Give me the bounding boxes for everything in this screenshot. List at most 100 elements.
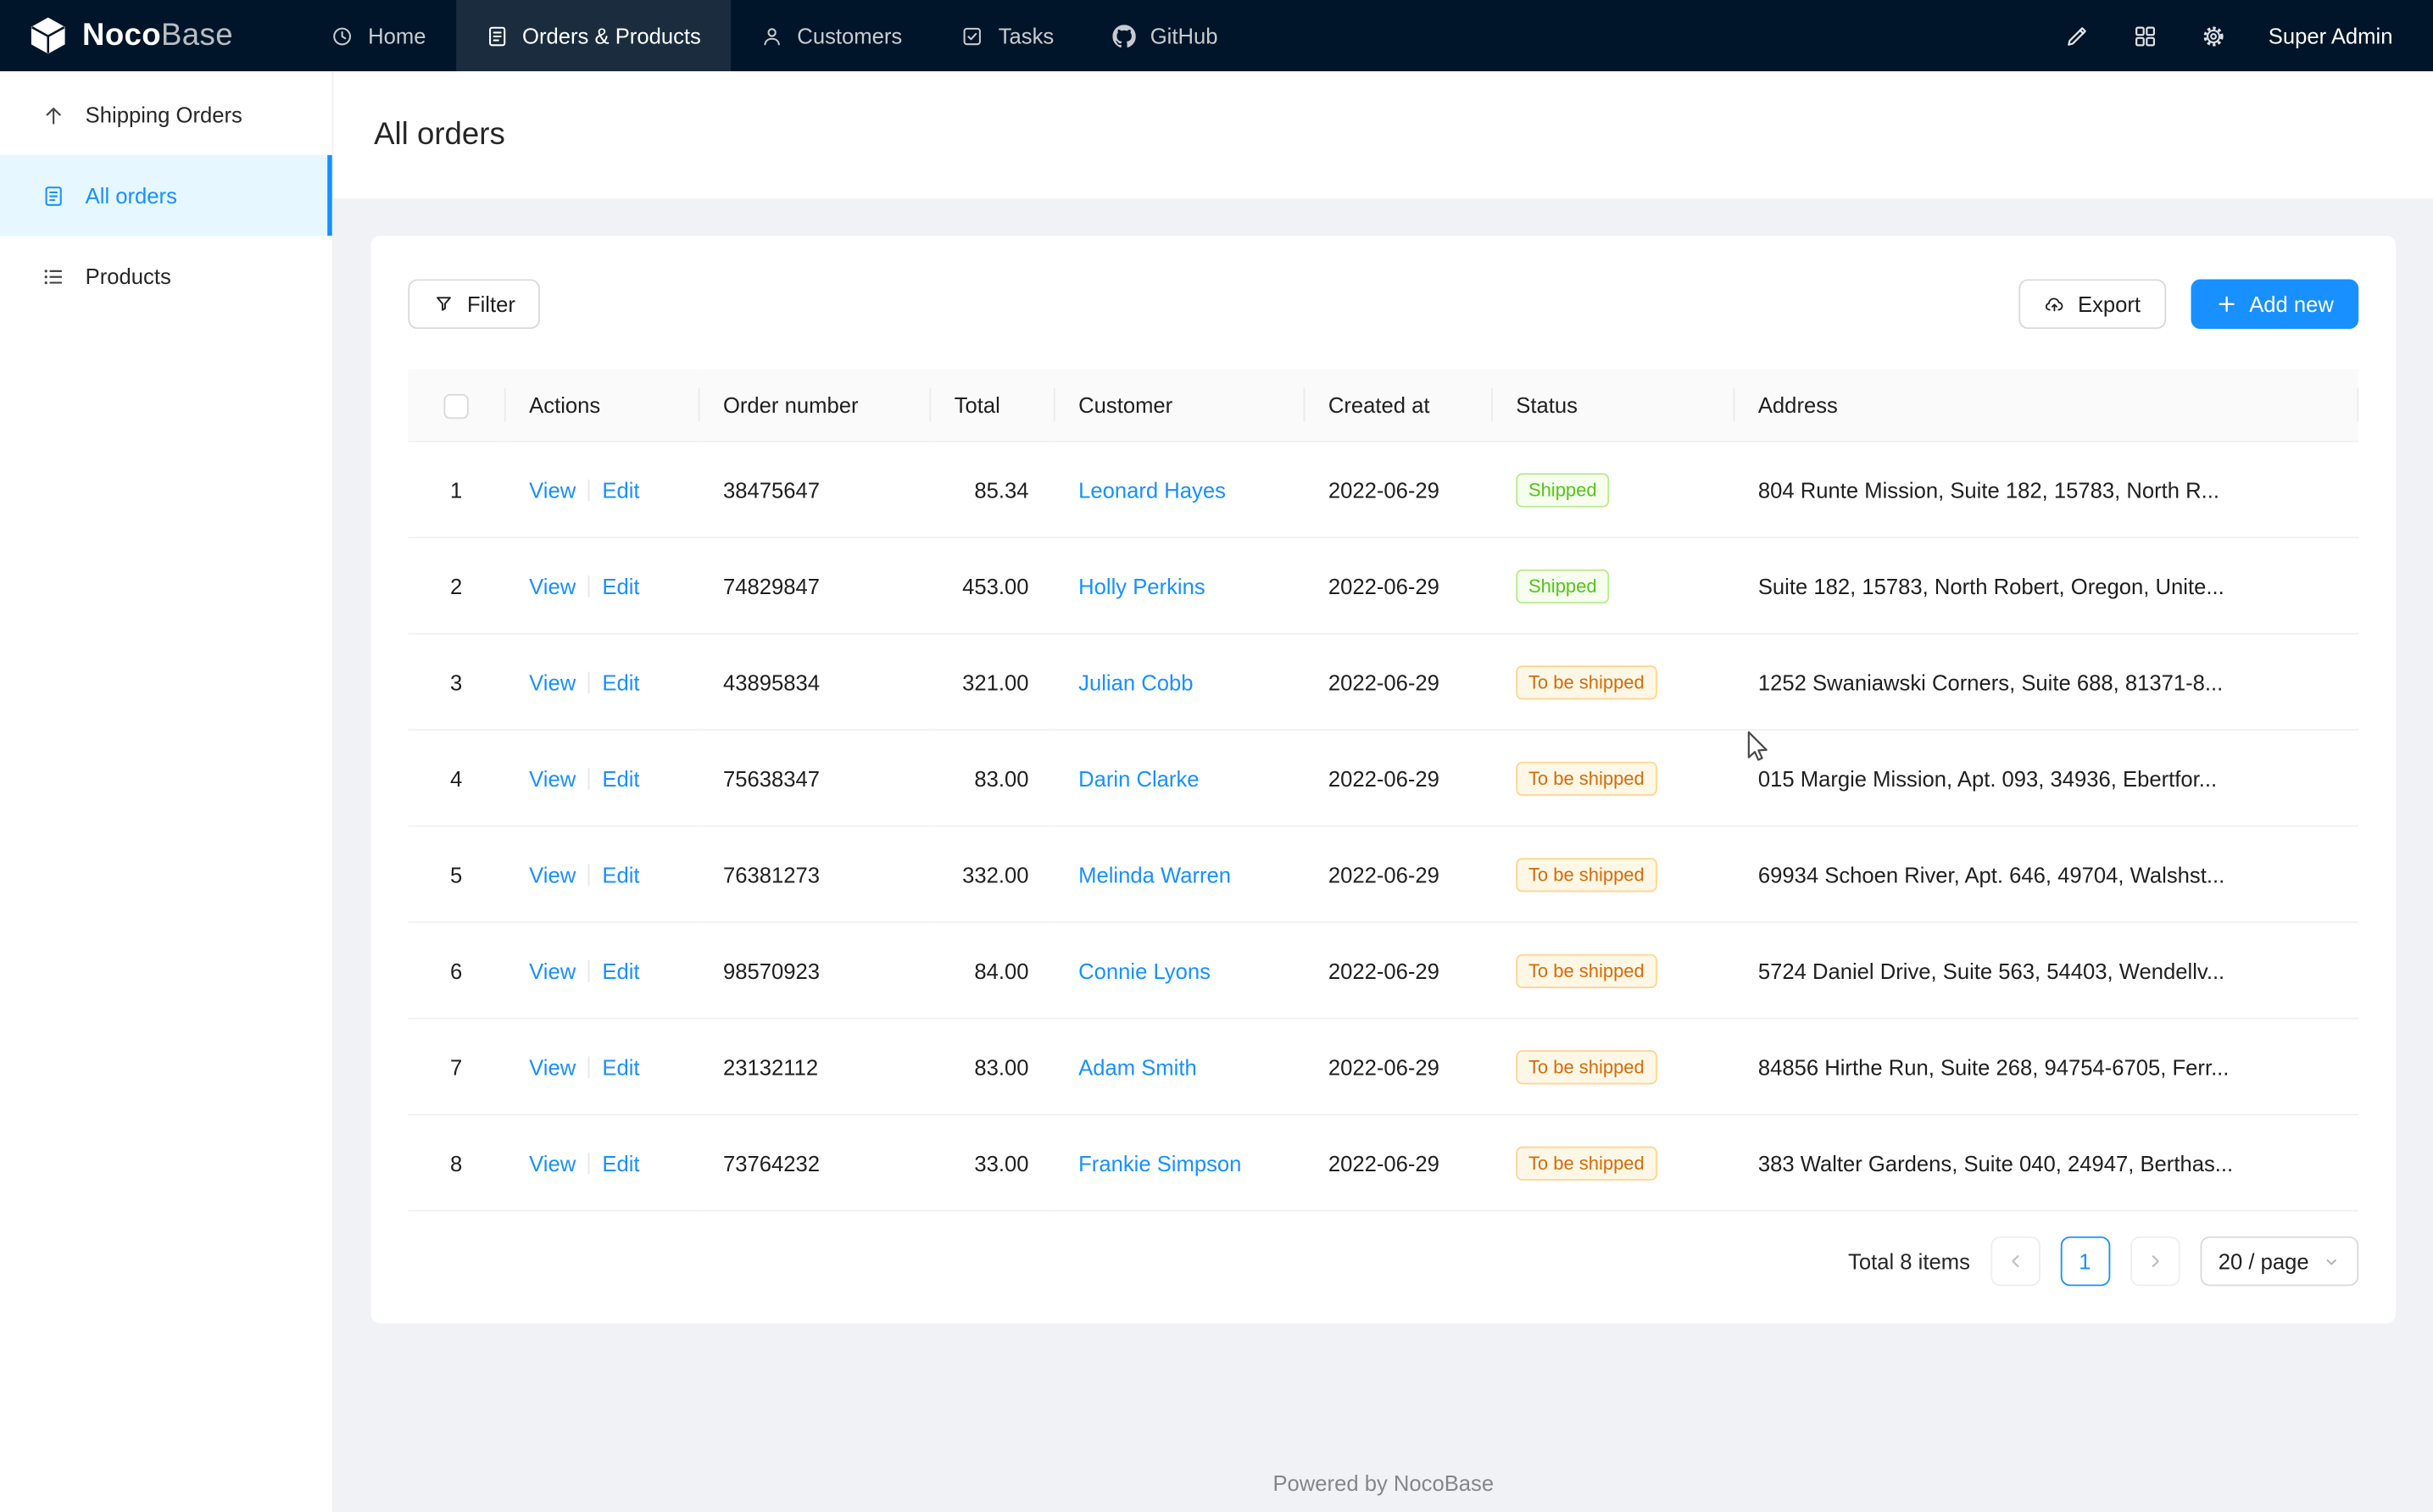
- screen: NocoBase Home Orders & Products Customer…: [0, 0, 2433, 1512]
- customer-link[interactable]: Adam Smith: [1078, 1054, 1197, 1079]
- nav-item-tasks[interactable]: Tasks: [932, 0, 1083, 71]
- select-all-checkbox[interactable]: [443, 393, 468, 418]
- view-link[interactable]: View: [529, 670, 576, 694]
- edit-link[interactable]: Edit: [602, 1150, 639, 1175]
- row-actions: View Edit: [504, 1019, 699, 1115]
- nav-item-label: Orders & Products: [522, 23, 701, 47]
- user-menu[interactable]: Super Admin: [2269, 23, 2393, 47]
- edit-link[interactable]: Edit: [602, 958, 639, 982]
- order-address: 804 Runte Mission, Suite 182, 15783, Nor…: [1758, 477, 2219, 502]
- edit-link[interactable]: Edit: [602, 573, 639, 598]
- nav-item-label: Tasks: [999, 23, 1055, 47]
- nav-item-home[interactable]: Home: [301, 0, 455, 71]
- row-actions: View Edit: [504, 730, 699, 825]
- pagination: Total 8 items 1 20 / page: [408, 1237, 2358, 1287]
- customer-link[interactable]: Melinda Warren: [1078, 862, 1231, 887]
- nocobase-logo-icon: [28, 15, 69, 56]
- add-new-button-label: Add new: [2249, 292, 2334, 316]
- brand[interactable]: NocoBase: [0, 15, 301, 56]
- export-button[interactable]: Export: [2018, 279, 2165, 329]
- order-number: 98570923: [723, 958, 820, 982]
- created-at: 2022-06-29: [1328, 573, 1439, 598]
- orders-card: Filter Export Add new: [370, 236, 2396, 1323]
- edit-link[interactable]: Edit: [602, 1054, 639, 1079]
- settings-gear-icon[interactable]: [2200, 23, 2226, 49]
- order-address: Suite 182, 15783, North Robert, Oregon, …: [1758, 573, 2224, 598]
- customer-link[interactable]: Connie Lyons: [1078, 958, 1211, 982]
- col-header-customer: Customer: [1054, 370, 1304, 442]
- edit-link[interactable]: Edit: [602, 765, 639, 790]
- order-number: 73764232: [723, 1150, 820, 1175]
- view-link[interactable]: View: [529, 1054, 576, 1079]
- table-row: 1 ViewEdit 38475647 85.34 Leonard Hayes …: [408, 442, 2358, 537]
- table-row: 7 ViewEdit 23132112 83.00 Adam Smith 202…: [408, 1019, 2358, 1115]
- nav-item-customers[interactable]: Customers: [731, 0, 932, 71]
- customer-link[interactable]: Frankie Simpson: [1078, 1150, 1241, 1175]
- col-header-order-number: Order number: [699, 370, 930, 442]
- view-link[interactable]: View: [529, 862, 576, 887]
- customer-link[interactable]: Leonard Hayes: [1078, 477, 1226, 502]
- orders-table-body: 1 ViewEdit 38475647 85.34 Leonard Hayes …: [408, 442, 2358, 1211]
- nav-item-orders-products[interactable]: Orders & Products: [455, 0, 730, 71]
- order-total: 332.00: [962, 862, 1028, 887]
- page-size-select[interactable]: 20 / page: [2200, 1237, 2358, 1287]
- add-new-button[interactable]: Add new: [2191, 279, 2359, 329]
- main: All orders Filter Export: [334, 71, 2433, 1512]
- prev-page-button[interactable]: [1990, 1237, 2040, 1287]
- nav-right: Super Admin: [2063, 23, 2433, 49]
- customer-link[interactable]: Julian Cobb: [1078, 670, 1193, 694]
- edit-link[interactable]: Edit: [602, 477, 639, 502]
- filter-button[interactable]: Filter: [408, 279, 540, 329]
- page-number-button[interactable]: 1: [2060, 1237, 2110, 1287]
- chevron-down-icon: [2323, 1253, 2340, 1270]
- customer-link[interactable]: Darin Clarke: [1078, 765, 1199, 790]
- export-button-label: Export: [2078, 292, 2141, 316]
- sidebar-item-label: Products: [86, 264, 171, 288]
- filter-button-label: Filter: [467, 292, 515, 316]
- view-link[interactable]: View: [529, 765, 576, 790]
- status-tag: Shipped: [1516, 472, 1609, 506]
- action-divider-line: [588, 1056, 590, 1078]
- sidebar-item-shipping-orders[interactable]: Shipping Orders: [0, 75, 332, 155]
- edit-link[interactable]: Edit: [602, 862, 639, 887]
- view-link[interactable]: View: [529, 573, 576, 598]
- status-tag: To be shipped: [1516, 761, 1656, 795]
- created-at: 2022-06-29: [1328, 862, 1439, 887]
- customer-link[interactable]: Holly Perkins: [1078, 573, 1205, 598]
- sidebar-item-all-orders[interactable]: All orders: [0, 155, 332, 236]
- next-page-button[interactable]: [2130, 1237, 2180, 1287]
- brand-light: Base: [161, 18, 233, 52]
- top-nav: NocoBase Home Orders & Products Customer…: [0, 0, 2433, 71]
- table-row: 6 ViewEdit 98570923 84.00 Connie Lyons 2…: [408, 922, 2358, 1018]
- view-link[interactable]: View: [529, 1150, 576, 1175]
- edit-link[interactable]: Edit: [602, 670, 639, 694]
- highlighter-icon[interactable]: [2063, 23, 2090, 49]
- view-link[interactable]: View: [529, 958, 576, 982]
- nav-item-github[interactable]: GitHub: [1083, 0, 1247, 71]
- status-tag: To be shipped: [1516, 857, 1656, 891]
- page-size-value: 20 / page: [2219, 1248, 2309, 1273]
- row-index: 8: [450, 1150, 462, 1175]
- order-address: 015 Margie Mission, Apt. 093, 34936, Ebe…: [1758, 765, 2217, 790]
- created-at: 2022-06-29: [1328, 958, 1439, 982]
- order-total: 33.00: [974, 1150, 1028, 1175]
- row-actions: View Edit: [504, 826, 699, 922]
- order-total: 321.00: [962, 670, 1028, 694]
- nav-item-label: Customers: [797, 23, 902, 47]
- row-index: 6: [450, 958, 462, 982]
- footer-text: Powered by NocoBase: [334, 1452, 2433, 1512]
- col-header-total: Total: [929, 370, 1053, 442]
- order-total: 453.00: [962, 573, 1028, 598]
- view-link[interactable]: View: [529, 477, 576, 502]
- page-header: All orders: [334, 71, 2433, 198]
- status-tag: To be shipped: [1516, 953, 1656, 987]
- apps-grid-icon[interactable]: [2132, 23, 2158, 49]
- status-tag: To be shipped: [1516, 1049, 1656, 1083]
- order-number: 43895834: [723, 670, 820, 694]
- sidebar-item-products[interactable]: Products: [0, 236, 332, 316]
- action-divider-line: [588, 479, 590, 501]
- order-address: 383 Walter Gardens, Suite 040, 24947, Be…: [1758, 1150, 2233, 1175]
- action-divider-line: [588, 1152, 590, 1174]
- row-actions: View Edit: [504, 922, 699, 1018]
- action-divider-line: [588, 575, 590, 597]
